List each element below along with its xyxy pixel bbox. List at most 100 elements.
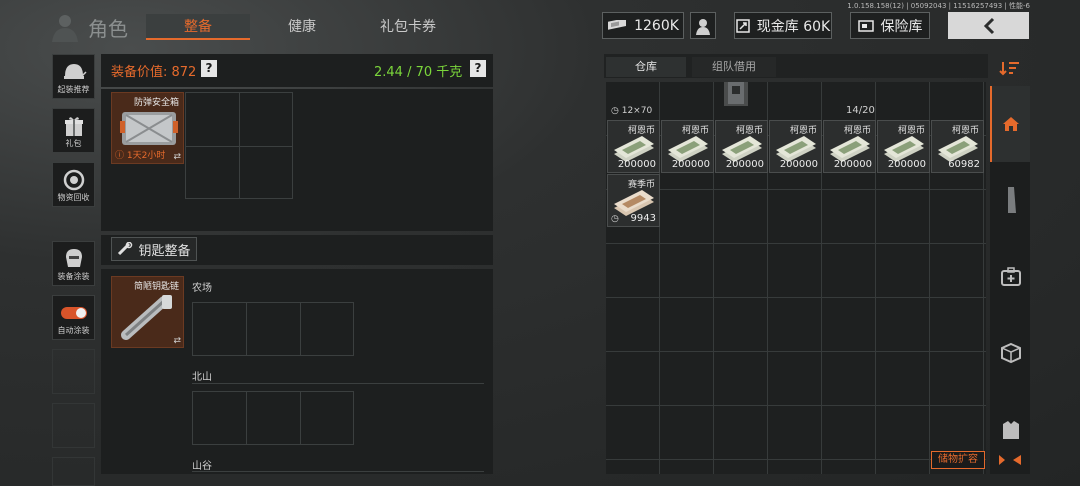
tab-loadout[interactable]: 整备 bbox=[146, 14, 250, 40]
safe-icon bbox=[857, 19, 874, 32]
banknote-stack-icon bbox=[938, 136, 978, 162]
chevron-left-icon bbox=[983, 17, 994, 34]
sidebar-item-label: 自动涂装 bbox=[57, 326, 90, 335]
sidebar-item-recycle[interactable]: 物资回收 bbox=[52, 162, 95, 207]
keychain-icon bbox=[121, 295, 172, 340]
item-count: 60982 bbox=[948, 159, 980, 170]
gift-icon bbox=[64, 117, 83, 136]
medkit-icon bbox=[1001, 267, 1021, 286]
storage-expand-button[interactable]: 储物扩容 bbox=[931, 451, 985, 469]
sidebar-item-label: 礼包 bbox=[65, 139, 82, 148]
keychain-item[interactable]: 简陋钥匙链 ⇄ bbox=[111, 276, 184, 348]
sidebar-item-label: 起装推荐 bbox=[57, 85, 90, 94]
category-armor[interactable] bbox=[992, 410, 1030, 450]
inventory-item[interactable]: 柯恩币 200000 bbox=[769, 120, 822, 173]
magazine-icon bbox=[1008, 187, 1016, 213]
category-gear[interactable] bbox=[992, 333, 1030, 373]
inventory-item[interactable]: 柯恩币 60982 bbox=[931, 120, 984, 173]
container-icon bbox=[728, 82, 744, 104]
inventory-item[interactable]: 柯恩币 200000 bbox=[823, 120, 876, 173]
operator-button[interactable] bbox=[690, 12, 716, 39]
partial-item[interactable] bbox=[724, 82, 748, 106]
banknote-stack-icon bbox=[884, 136, 924, 162]
inventory-item[interactable]: 柯恩币 200000 bbox=[715, 120, 768, 173]
loadout-value: 装备价值: 872 bbox=[111, 65, 197, 80]
page-title-text: 角色 bbox=[88, 16, 128, 41]
vault-icon bbox=[736, 18, 750, 33]
clock-icon: ⓘ bbox=[115, 151, 125, 161]
weight-help-button[interactable]: ? bbox=[470, 60, 486, 77]
clock-icon: ◷ bbox=[611, 106, 619, 116]
currency-display[interactable]: 1260K bbox=[602, 12, 684, 39]
clock-icon: ◷ bbox=[611, 214, 619, 224]
box-icon bbox=[1001, 342, 1021, 364]
inventory-item[interactable]: 柯恩币 200000 bbox=[661, 120, 714, 173]
arrows-icon bbox=[999, 455, 1021, 465]
item-count: 9943 bbox=[630, 213, 656, 224]
cash-icon bbox=[608, 19, 627, 30]
cash-vault-button[interactable]: 现金库 60K bbox=[734, 12, 832, 39]
capacity-value: 12×70 bbox=[621, 106, 653, 116]
category-ammo[interactable] bbox=[992, 178, 1030, 222]
character-silhouette-icon bbox=[52, 15, 78, 42]
capacity-label: ◷ 12×70 bbox=[611, 106, 652, 116]
helmet-icon bbox=[63, 64, 87, 79]
banknote-stack-icon bbox=[668, 136, 708, 162]
key-group-label: 北山 bbox=[192, 372, 212, 383]
sort-button[interactable] bbox=[990, 54, 1030, 82]
category-medical[interactable] bbox=[992, 256, 1030, 296]
tab-health[interactable]: 健康 bbox=[252, 14, 352, 40]
swap-icon: ⇄ bbox=[173, 152, 181, 162]
back-button[interactable] bbox=[948, 12, 1029, 39]
collapse-button[interactable] bbox=[990, 451, 1030, 469]
cash-vault-label: 现金库 60K bbox=[756, 18, 831, 35]
secure-case-item[interactable]: 防弹安全箱 ⓘ 1天2小时 ⇄ bbox=[111, 92, 184, 164]
key-loadout-button[interactable]: 钥匙整备 bbox=[111, 237, 197, 261]
help-button[interactable]: ? bbox=[201, 60, 217, 77]
container-count: 14/20 bbox=[846, 105, 875, 116]
inventory-item[interactable]: 柯恩币 200000 bbox=[877, 120, 930, 173]
key-slots-farm[interactable] bbox=[192, 302, 354, 356]
tab-team-borrow[interactable]: 组队借用 bbox=[692, 57, 776, 77]
sidebar-item-gift[interactable]: 礼包 bbox=[52, 108, 95, 153]
key-icon bbox=[118, 242, 133, 256]
sort-icon bbox=[999, 62, 1019, 76]
item-count: 200000 bbox=[779, 159, 818, 170]
banknote-stack-icon bbox=[722, 136, 762, 162]
banknote-stack-icon bbox=[776, 136, 816, 162]
secure-case-name: 防弹安全箱 bbox=[133, 98, 179, 108]
version-text: 1.0.158.158(12) | 05092043 | 11516257493… bbox=[847, 2, 1030, 10]
sidebar-item-auto-skin[interactable]: 自动涂装 bbox=[52, 295, 95, 340]
secure-case-slots[interactable] bbox=[185, 92, 293, 199]
item-count: 200000 bbox=[617, 159, 656, 170]
item-count: 200000 bbox=[833, 159, 872, 170]
secure-case-timer: ⓘ 1天2小时 bbox=[115, 148, 165, 161]
currency-value: 1260K bbox=[634, 17, 679, 34]
item-count: 200000 bbox=[725, 159, 764, 170]
page-title: 角色 bbox=[48, 10, 128, 44]
item-count: 200000 bbox=[887, 159, 926, 170]
sidebar-item-skin[interactable]: 装备涂装 bbox=[52, 241, 95, 286]
inventory-item[interactable]: 赛季币 ◷ 9943 bbox=[607, 174, 660, 227]
inventory-item[interactable]: 柯恩币 200000 bbox=[607, 120, 660, 173]
sidebar-item-recommend[interactable]: 起装推荐 bbox=[52, 54, 95, 99]
recycle-icon bbox=[63, 169, 84, 191]
tab-warehouse[interactable]: 仓库 bbox=[606, 57, 686, 77]
weight-value: 2.44 / 70 千克 bbox=[374, 65, 463, 80]
divider bbox=[192, 471, 484, 472]
sidebar-empty-slot bbox=[52, 457, 95, 486]
banknote-stack-icon bbox=[614, 190, 654, 216]
key-group-label: 农场 bbox=[192, 283, 212, 294]
sidebar-item-label: 物资回收 bbox=[57, 193, 90, 202]
tab-gift-cards[interactable]: 礼包卡券 bbox=[356, 14, 460, 40]
key-slots-north-mountain[interactable] bbox=[192, 391, 354, 445]
mask-icon bbox=[65, 249, 82, 267]
safe-vault-label: 保险库 bbox=[880, 18, 923, 35]
secure-case-icon bbox=[120, 112, 178, 145]
toggle-icon bbox=[60, 307, 87, 319]
category-all[interactable] bbox=[990, 86, 1030, 162]
item-count: 200000 bbox=[671, 159, 710, 170]
safe-vault-button[interactable]: 保险库 bbox=[850, 12, 930, 39]
key-group-label: 山谷 bbox=[192, 461, 212, 472]
banknote-stack-icon bbox=[614, 136, 654, 162]
